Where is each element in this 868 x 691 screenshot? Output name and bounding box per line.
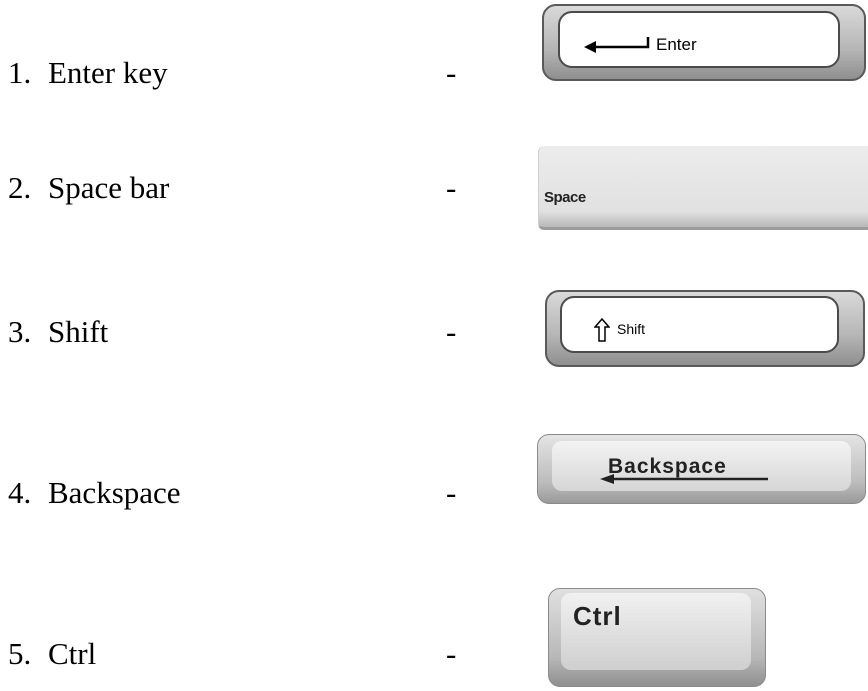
- space-key-label: Space: [544, 189, 586, 206]
- left-arrow-icon: [600, 474, 768, 484]
- return-arrow-icon: [584, 37, 650, 53]
- ctrl-key-image: Ctrl: [548, 588, 766, 687]
- ctrl-key-face: Ctrl: [561, 593, 751, 670]
- item-1-dash: -: [446, 55, 457, 90]
- shift-key-face: Shift: [560, 296, 839, 353]
- item-2-label: 2. Space bar: [8, 170, 169, 206]
- ctrl-key-label: Ctrl: [573, 601, 622, 631]
- item-5-text: Ctrl: [48, 636, 97, 671]
- enter-key-image: Enter: [542, 4, 866, 81]
- item-1-number: 1.: [8, 55, 32, 90]
- space-key-image: Space: [538, 146, 868, 230]
- item-4-dash: -: [446, 475, 457, 510]
- item-4-text: Backspace: [48, 475, 181, 510]
- item-3-text: Shift: [48, 314, 109, 349]
- backspace-key-image: Backspace: [537, 434, 866, 504]
- item-2-dash: -: [446, 170, 457, 205]
- item-4-number: 4.: [8, 475, 32, 510]
- item-3-dash: -: [446, 314, 457, 349]
- item-1-text: Enter key: [48, 55, 168, 90]
- item-3-number: 3.: [8, 314, 32, 349]
- item-5-dash: -: [446, 636, 457, 671]
- shift-key-label: Shift: [617, 321, 646, 337]
- item-1-label: 1. Enter key: [8, 55, 168, 91]
- item-5-label: 5. Ctrl: [8, 636, 96, 672]
- shift-arrow-icon: [594, 318, 610, 342]
- item-3-label: 3. Shift: [8, 314, 108, 350]
- enter-key-face: Enter: [558, 11, 840, 68]
- enter-key-label: Enter: [656, 35, 697, 54]
- item-5-number: 5.: [8, 636, 32, 671]
- shift-key-image: Shift: [545, 290, 865, 367]
- item-2-text: Space bar: [48, 170, 170, 205]
- item-4-label: 4. Backspace: [8, 475, 181, 511]
- item-2-number: 2.: [8, 170, 32, 205]
